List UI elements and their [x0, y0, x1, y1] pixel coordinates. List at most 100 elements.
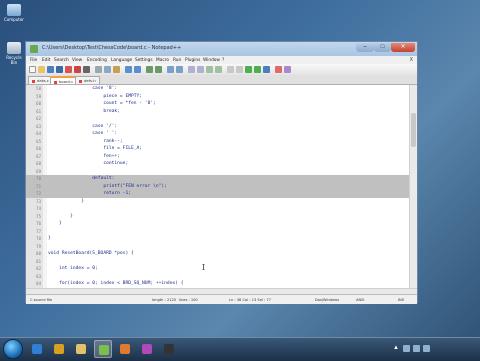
menu-search[interactable]: Search — [54, 58, 69, 63]
code-line[interactable]: 70 default: — [26, 175, 409, 183]
sync-scroll-icon[interactable] — [188, 66, 195, 73]
code-line[interactable]: 76 } — [26, 220, 409, 228]
taskbar-app-button[interactable] — [160, 340, 178, 358]
network-icon[interactable] — [403, 345, 410, 352]
action-center-icon[interactable] — [423, 345, 430, 352]
code-line[interactable]: 82 int index = 0; — [26, 265, 409, 273]
menu-help[interactable]: ? — [222, 58, 224, 63]
title-bar[interactable]: C:\Users\Desktop\Test\ChessCode\board.c … — [26, 42, 417, 56]
copy-icon[interactable] — [104, 66, 111, 73]
taskbar-app-button[interactable] — [72, 340, 90, 358]
menu-window[interactable]: Window — [203, 58, 220, 63]
replace-icon[interactable] — [155, 66, 162, 73]
plugin-icon[interactable] — [284, 66, 291, 73]
redo-icon[interactable] — [134, 66, 141, 73]
menu-settings[interactable]: Settings — [135, 58, 153, 63]
desktop-icon-computer[interactable]: Computer — [3, 4, 25, 22]
paste-icon[interactable] — [113, 66, 120, 73]
close-document-icon[interactable]: X — [410, 57, 413, 63]
code-line[interactable]: 62 — [26, 115, 409, 123]
new-file-icon[interactable] — [29, 66, 36, 73]
desktop: Computer Recycle Bin C:\Users\Desktop\Te… — [0, 0, 480, 360]
indent-guide-icon[interactable] — [215, 66, 222, 73]
code-line[interactable]: 80 void ResetBoard(S_BOARD *pos) { — [26, 250, 409, 258]
line-number: 60 — [36, 101, 41, 106]
taskbar-app-button[interactable] — [94, 340, 112, 358]
line-text: default: — [48, 176, 115, 181]
close-button[interactable]: ✕ — [391, 43, 415, 52]
vertical-scrollbar[interactable] — [409, 85, 417, 288]
menu-plugins[interactable]: Plugins — [185, 58, 200, 63]
menu-language[interactable]: Language — [111, 58, 132, 63]
line-text: fen++; — [48, 153, 120, 159]
macro-stop-icon[interactable] — [236, 66, 243, 73]
code-line[interactable]: 75 } — [26, 213, 409, 221]
zoom-out-icon[interactable] — [176, 66, 183, 73]
code-line[interactable]: 58 case '8': — [26, 85, 409, 93]
tab-board-c[interactable]: board.c — [50, 76, 78, 84]
status-eol: Dos\Windows — [315, 297, 340, 302]
code-line[interactable]: 72 return -1; — [26, 190, 409, 198]
macro-record-icon[interactable] — [227, 66, 234, 73]
line-text: } — [48, 213, 73, 219]
code-line[interactable]: 84 for(index = 0; index < BRD_SQ_NUM; ++… — [26, 280, 409, 288]
code-line[interactable]: 65 rank--; — [26, 138, 409, 146]
close-all-icon[interactable] — [74, 66, 81, 73]
show-all-chars-icon[interactable] — [206, 66, 213, 73]
cut-icon[interactable] — [95, 66, 102, 73]
code-line[interactable]: 78} — [26, 235, 409, 243]
code-line[interactable]: 59 piece = EMPTY; — [26, 93, 409, 101]
code-line[interactable]: 67 fen++; — [26, 153, 409, 161]
zoom-in-icon[interactable] — [167, 66, 174, 73]
code-line[interactable]: 77 — [26, 228, 409, 236]
volume-icon[interactable] — [413, 345, 420, 352]
macro-save-icon[interactable] — [263, 66, 270, 73]
code-line[interactable]: 73 } — [26, 198, 409, 206]
code-line[interactable]: 83 — [26, 273, 409, 281]
code-line[interactable]: 69 — [26, 168, 409, 176]
open-file-icon[interactable] — [38, 66, 45, 73]
menu-edit[interactable]: Edit — [42, 58, 50, 63]
scrollbar-thumb[interactable] — [411, 113, 416, 147]
maximize-button[interactable]: □ — [374, 43, 391, 52]
code-line[interactable]: 66 file = FILE_A; — [26, 145, 409, 153]
macro-play-icon[interactable] — [245, 66, 252, 73]
desktop-icon-recycle-bin[interactable]: Recycle Bin — [3, 42, 25, 65]
code-line[interactable]: 71 printf("FEN error \n"); — [26, 182, 409, 190]
undo-icon[interactable] — [125, 66, 132, 73]
notepad-plus-plus-icon — [99, 345, 109, 355]
tray-expand-icon[interactable]: ▲ — [393, 345, 399, 351]
code-editor[interactable]: 58 case '8': 59 piece = EMPTY; 60 count = … — [26, 85, 417, 288]
code-line[interactable]: 79 — [26, 243, 409, 251]
find-icon[interactable] — [146, 66, 153, 73]
save-all-icon[interactable] — [56, 66, 63, 73]
menu-encoding[interactable]: Encoding — [87, 58, 107, 63]
save-icon[interactable] — [47, 66, 54, 73]
taskbar-app-button[interactable] — [50, 340, 68, 358]
desktop-icon-label: Recycle Bin — [6, 55, 22, 65]
spell-check-icon[interactable] — [275, 66, 282, 73]
taskbar-app-button[interactable] — [28, 340, 46, 358]
code-line[interactable]: 68 continue; — [26, 160, 409, 168]
word-wrap-icon[interactable] — [197, 66, 204, 73]
start-button[interactable] — [3, 339, 23, 359]
code-line[interactable]: 81 — [26, 258, 409, 266]
menu-macro[interactable]: Macro — [156, 58, 169, 63]
code-line[interactable]: 74 — [26, 205, 409, 213]
close-file-icon[interactable] — [65, 66, 72, 73]
menu-run[interactable]: Run — [173, 58, 181, 63]
taskbar-app-button[interactable] — [116, 340, 134, 358]
tab-defs-h[interactable]: defs.h — [75, 76, 100, 84]
code-line[interactable]: 60 count = *fen - '0'; — [26, 100, 409, 108]
print-icon[interactable] — [83, 66, 90, 73]
menu-file[interactable]: File — [30, 58, 37, 63]
line-number: 77 — [36, 228, 41, 234]
code-line[interactable]: 64 case ' ': — [26, 130, 409, 138]
macro-run-multiple-icon[interactable] — [254, 66, 261, 73]
taskbar-app-button[interactable] — [138, 340, 156, 358]
minimize-button[interactable]: – — [356, 43, 374, 52]
code-line[interactable]: 61 break; — [26, 108, 409, 116]
code-line[interactable]: 63 case '/': — [26, 123, 409, 131]
menu-view[interactable]: View — [72, 58, 82, 63]
line-text: file = FILE_A; — [48, 146, 143, 151]
